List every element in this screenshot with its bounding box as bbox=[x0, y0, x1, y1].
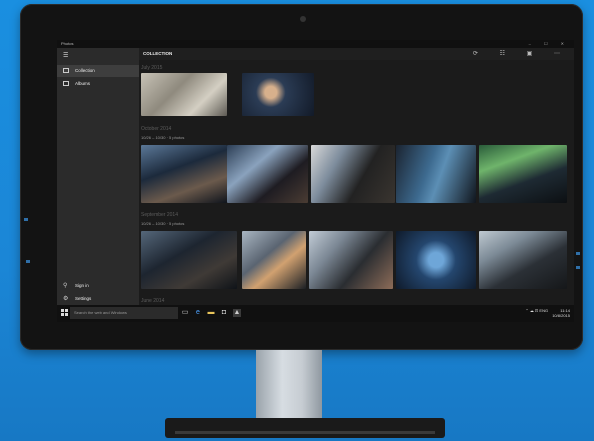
tray-icons[interactable]: ⌃ ☁ ⊡ ENG bbox=[525, 308, 548, 313]
window-controls[interactable]: – ☐ ✕ bbox=[529, 41, 570, 46]
side-control bbox=[24, 218, 28, 221]
hamburger-icon[interactable]: ☰ bbox=[63, 52, 68, 59]
photo-thumbnail[interactable] bbox=[141, 231, 237, 289]
monitor-stand-base bbox=[165, 418, 445, 438]
sidebar-item-label: Albums bbox=[75, 81, 91, 86]
section-title: October 2014 bbox=[141, 126, 172, 132]
side-control bbox=[576, 252, 580, 255]
gear-icon: ⚙ bbox=[63, 296, 69, 302]
sidebar: ☰ Collection Albums ⚲ Sign in ⚙ Settings bbox=[57, 48, 139, 305]
taskbar: Search the web and Windows ▭ e ▬ ◘ ▲ ⌃ ☁… bbox=[57, 305, 574, 322]
sidebar-item-albums[interactable]: Albums bbox=[57, 78, 139, 90]
collection-icon bbox=[63, 68, 69, 73]
side-control bbox=[26, 260, 30, 263]
header: COLLECTION ⟳ ☷ ▣ ⋯ bbox=[139, 48, 574, 60]
page-title: COLLECTION bbox=[143, 51, 173, 56]
sidebar-item-sign-in[interactable]: ⚲ Sign in bbox=[57, 280, 139, 292]
albums-icon bbox=[63, 81, 69, 86]
windows-start-icon[interactable] bbox=[61, 309, 69, 317]
photos-app-icon[interactable]: ▲ bbox=[233, 309, 241, 317]
photo-thumbnail[interactable] bbox=[396, 231, 476, 289]
store-icon[interactable]: ◘ bbox=[220, 309, 228, 317]
photo-thumbnail[interactable] bbox=[309, 231, 393, 289]
sidebar-item-label: Sign in bbox=[75, 283, 89, 288]
section-title: July 2015 bbox=[141, 65, 163, 71]
photo-thumbnail[interactable] bbox=[141, 73, 227, 116]
sidebar-item-settings[interactable]: ⚙ Settings bbox=[57, 293, 139, 305]
photo-thumbnail[interactable] bbox=[396, 145, 476, 203]
photo-thumbnail[interactable] bbox=[479, 231, 567, 289]
photo-thumbnail[interactable] bbox=[141, 145, 227, 203]
sidebar-item-label: Collection bbox=[75, 68, 95, 73]
main-content: COLLECTION ⟳ ☷ ▣ ⋯ July 2015 October 201… bbox=[139, 48, 574, 305]
sidebar-item-collection[interactable]: Collection bbox=[57, 65, 139, 77]
photo-thumbnail[interactable] bbox=[311, 145, 395, 203]
header-icons[interactable]: ⟳ ☷ ▣ ⋯ bbox=[473, 50, 570, 57]
title-bar: Photos – ☐ ✕ bbox=[57, 40, 574, 48]
section-title: June 2014 bbox=[141, 298, 165, 304]
edge-browser-icon[interactable]: e bbox=[194, 309, 202, 317]
monitor-stand-edge bbox=[175, 431, 435, 434]
webcam bbox=[300, 16, 306, 22]
section-subtitle: 10/26 – 10/30 · 5 photos bbox=[141, 221, 185, 226]
app-title: Photos bbox=[61, 41, 74, 46]
side-control bbox=[576, 266, 580, 269]
system-tray[interactable]: ⌃ ☁ ⊡ ENG 11:14 10/8/2015 bbox=[525, 308, 570, 318]
person-icon: ⚲ bbox=[63, 283, 68, 289]
screen: Photos – ☐ ✕ ☰ Collection Albums ⚲ Sign … bbox=[57, 40, 574, 322]
photo-thumbnail[interactable] bbox=[479, 145, 567, 203]
photo-thumbnail[interactable] bbox=[242, 73, 314, 116]
sidebar-item-label: Settings bbox=[75, 296, 92, 301]
section-subtitle: 10/26 – 10/30 · 5 photos bbox=[141, 135, 185, 140]
monitor-bezel: Photos – ☐ ✕ ☰ Collection Albums ⚲ Sign … bbox=[20, 4, 583, 350]
monitor-stand-neck bbox=[256, 350, 322, 422]
clock-date: 10/8/2015 bbox=[552, 313, 570, 318]
task-view-icon[interactable]: ▭ bbox=[181, 309, 189, 317]
section-title: September 2014 bbox=[141, 212, 178, 218]
taskbar-search-input[interactable]: Search the web and Windows bbox=[70, 307, 178, 319]
photo-thumbnail[interactable] bbox=[227, 145, 308, 203]
photo-thumbnail[interactable] bbox=[242, 231, 306, 289]
file-explorer-icon[interactable]: ▬ bbox=[207, 309, 215, 317]
